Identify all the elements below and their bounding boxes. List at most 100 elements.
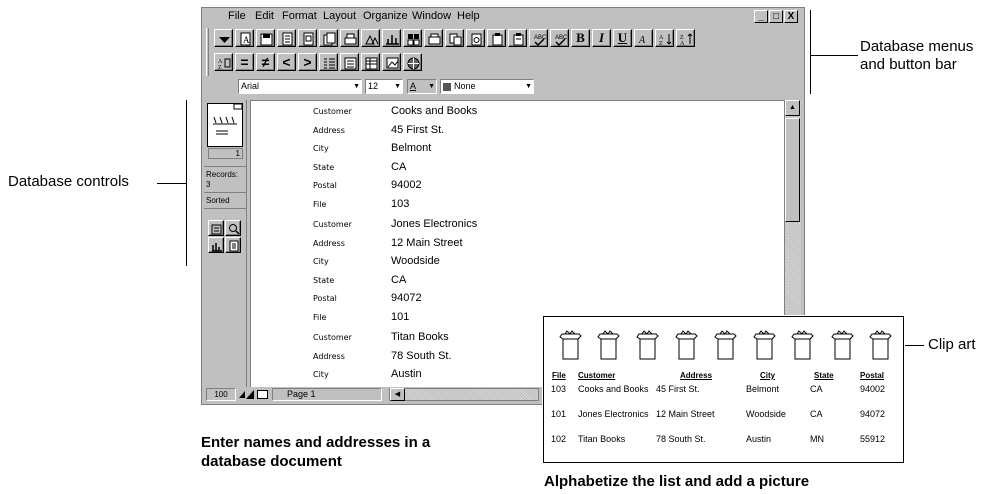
chevron-down-icon: ▼: [394, 83, 401, 90]
table-cell: CA: [810, 409, 823, 419]
clipboard-clipart-icon: [830, 329, 854, 361]
field-value-file[interactable]: 103: [391, 198, 409, 210]
clipboard-button[interactable]: [508, 29, 527, 47]
scroll-left-button[interactable]: ◀: [390, 388, 405, 401]
field-value-address[interactable]: 12 Main Street: [391, 237, 463, 249]
document-button[interactable]: [487, 29, 506, 47]
field-label-customer: Customer: [313, 333, 352, 342]
toolbar-grip[interactable]: [206, 28, 209, 76]
sort-descending-button[interactable]: ZA: [676, 29, 695, 47]
spellcheck-button[interactable]: ABC: [550, 29, 569, 47]
next-button[interactable]: >: [298, 53, 317, 71]
grid-button[interactable]: [424, 29, 443, 47]
save-button[interactable]: [256, 29, 275, 47]
page-icon[interactable]: [207, 103, 243, 147]
scroll-up-button[interactable]: ▲: [785, 100, 800, 116]
spellcheck-icon: ABC: [555, 35, 568, 46]
prev-button[interactable]: <: [277, 53, 296, 71]
report-view-button[interactable]: [225, 237, 241, 253]
field-value-state[interactable]: CA: [391, 274, 406, 286]
field-value-customer[interactable]: Cooks and Books: [391, 105, 477, 117]
field-value-postal[interactable]: 94002: [391, 179, 422, 191]
search-icon[interactable]: [225, 220, 241, 236]
internet-button[interactable]: [403, 53, 422, 71]
page-view-icon[interactable]: [257, 390, 268, 399]
mail-button[interactable]: [361, 29, 380, 47]
sort-ascending-button[interactable]: AZ: [655, 29, 674, 47]
copy-button[interactable]: [319, 29, 338, 47]
paste-button[interactable]: [466, 29, 485, 47]
list-view-button[interactable]: [319, 53, 338, 71]
mail-icon: [365, 34, 379, 45]
close-button[interactable]: X: [784, 10, 798, 23]
form-design-button[interactable]: [208, 220, 224, 236]
menu-format[interactable]: Format: [282, 8, 317, 25]
document-icon: [492, 33, 503, 46]
clipart-inset: File Customer Address City State Postal 103 Coo…: [543, 316, 904, 463]
save-icon: [260, 33, 273, 46]
underline-button[interactable]: U: [613, 29, 632, 47]
globe-icon: [407, 57, 420, 70]
chevron-down-icon: ▼: [353, 83, 360, 90]
picture-button[interactable]: [382, 53, 401, 71]
size-select[interactable]: 12 ▼: [365, 79, 403, 94]
menu-file[interactable]: File: [228, 8, 246, 25]
field-value-postal[interactable]: 94072: [391, 292, 422, 304]
zoom-out-icon[interactable]: [239, 391, 245, 398]
italic-button[interactable]: I: [592, 29, 611, 47]
scroll-thumb[interactable]: [785, 118, 800, 222]
printer-button[interactable]: [340, 29, 359, 47]
column-header-customer: Customer: [578, 371, 616, 380]
field-value-customer[interactable]: Jones Electronics: [391, 218, 477, 230]
tools-button[interactable]: [403, 29, 422, 47]
menu-window[interactable]: Window: [412, 8, 451, 25]
field-value-city[interactable]: Belmont: [391, 142, 431, 154]
menu-help[interactable]: Help: [457, 8, 480, 25]
border-select[interactable]: None ▼: [440, 79, 534, 94]
field-value-city[interactable]: Austin: [391, 368, 422, 380]
minimize-button[interactable]: _: [754, 10, 768, 23]
color-select[interactable]: A ▼: [407, 79, 437, 94]
not-equals-button[interactable]: ≠: [256, 53, 275, 71]
field-value-customer[interactable]: Titan Books: [391, 331, 449, 343]
menu-edit[interactable]: Edit: [255, 8, 274, 25]
find-button[interactable]: A: [634, 29, 653, 47]
table-view-button[interactable]: [361, 53, 380, 71]
chevron-down-icon: ▼: [428, 83, 435, 90]
field-value-address[interactable]: 45 First St.: [391, 124, 444, 136]
menu-organize[interactable]: Organize: [363, 8, 408, 25]
print-preview-button[interactable]: [277, 29, 296, 47]
chart-view-button[interactable]: [208, 237, 224, 253]
form-view-button[interactable]: [340, 53, 359, 71]
field-value-address[interactable]: 78 South St.: [391, 350, 452, 362]
font-select[interactable]: Arial ▼: [238, 79, 362, 94]
border-value: None: [454, 81, 476, 91]
field-value-state[interactable]: CA: [391, 161, 406, 173]
zoom-in-icon[interactable]: [246, 390, 254, 399]
field-value-file[interactable]: 101: [391, 311, 409, 323]
column-header-state: State: [814, 371, 834, 380]
sort-icon: AZ: [218, 58, 231, 70]
printer-2-button[interactable]: [445, 29, 464, 47]
svg-text:A: A: [680, 41, 685, 46]
printer-icon: [344, 33, 357, 45]
bold-button[interactable]: B: [571, 29, 590, 47]
svg-text:Z: Z: [659, 41, 663, 46]
clipboard-2-button[interactable]: ABC: [529, 29, 548, 47]
zoom-level[interactable]: 100: [206, 388, 236, 401]
equals-button[interactable]: =: [235, 53, 254, 71]
menu-layout[interactable]: Layout: [323, 8, 356, 25]
field-value-city[interactable]: Woodside: [391, 255, 440, 267]
table-cell: 102: [551, 434, 567, 444]
clipboard-clipart-icon: [635, 329, 659, 361]
page-setup-button[interactable]: [298, 29, 317, 47]
chart-button[interactable]: [382, 29, 401, 47]
divider: [204, 192, 247, 193]
new-doc-button[interactable]: A: [235, 29, 254, 47]
dropdown-button[interactable]: [214, 29, 233, 47]
horizontal-scrollbar[interactable]: ◀: [389, 388, 539, 401]
restore-button[interactable]: □: [769, 10, 783, 23]
sort-button[interactable]: AZ: [214, 53, 233, 71]
text-color-label: A: [410, 81, 417, 91]
page-setup-icon: [303, 32, 314, 46]
